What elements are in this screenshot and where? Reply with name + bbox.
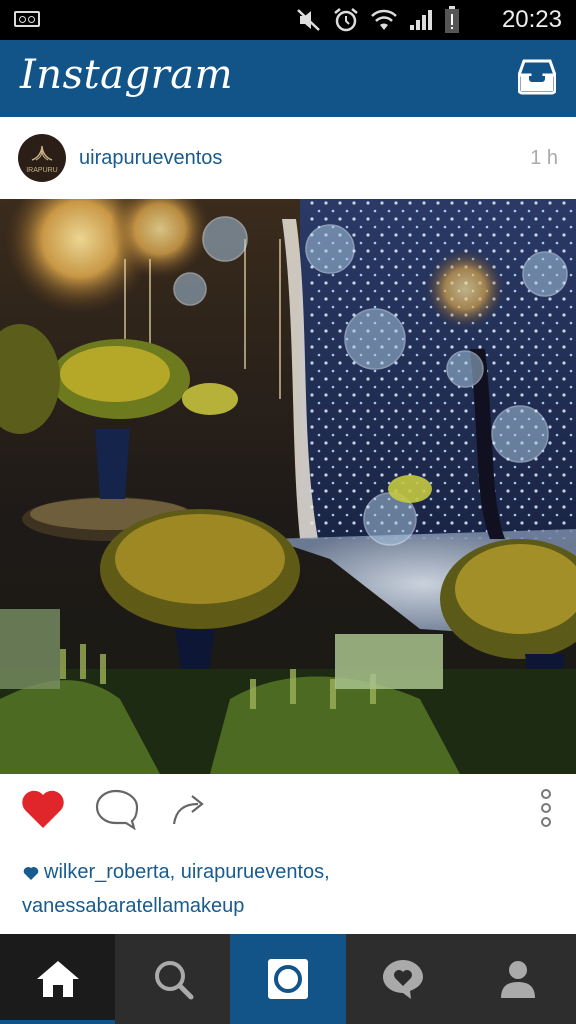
status-bar: 20:23 bbox=[0, 0, 576, 40]
wifi-icon bbox=[371, 9, 397, 30]
instagram-logo[interactable]: Instagram bbox=[20, 52, 233, 98]
activity-icon bbox=[383, 960, 424, 999]
clock: 20:23 bbox=[501, 6, 562, 33]
mute-icon bbox=[297, 9, 320, 31]
app-header: Instagram bbox=[0, 40, 576, 117]
camera-icon bbox=[267, 959, 308, 999]
likes-users-line2[interactable]: vanessabaratellamakeup bbox=[22, 889, 562, 923]
event-decoration-photo bbox=[0, 199, 576, 774]
nav-activity[interactable] bbox=[345, 934, 461, 1024]
likes-line: wilker_roberta, uirapurueventos, bbox=[22, 855, 562, 889]
avatar-label: IRAPURU bbox=[26, 167, 58, 174]
brand-logo-icon bbox=[31, 145, 53, 161]
like-icon[interactable] bbox=[20, 788, 66, 830]
nav-camera[interactable] bbox=[230, 934, 346, 1024]
comment-icon[interactable] bbox=[94, 788, 138, 830]
home-icon bbox=[36, 961, 79, 997]
likes-summary: wilker_roberta, uirapurueventos, vanessa… bbox=[22, 855, 562, 923]
inbox-button[interactable] bbox=[517, 59, 557, 95]
status-icons bbox=[296, 6, 460, 34]
voicemail-icon bbox=[14, 11, 40, 27]
battery-icon bbox=[445, 6, 459, 33]
signal-icon bbox=[410, 10, 432, 30]
post-header: IRAPURU uirapurueventos 1 h bbox=[0, 117, 576, 199]
profile-icon bbox=[501, 961, 536, 998]
alarm-icon bbox=[334, 8, 358, 32]
likes-users-line1[interactable]: wilker_roberta, uirapurueventos, bbox=[44, 861, 330, 883]
share-icon[interactable] bbox=[170, 790, 208, 828]
post-timestamp: 1 h bbox=[530, 147, 558, 169]
likes-heart-icon bbox=[23, 866, 39, 880]
nav-home[interactable] bbox=[0, 934, 116, 1024]
post-actions bbox=[0, 774, 576, 850]
post-username[interactable]: uirapurueventos bbox=[79, 147, 222, 170]
more-options-icon[interactable] bbox=[536, 788, 556, 832]
nav-profile[interactable] bbox=[460, 934, 576, 1024]
nav-search[interactable] bbox=[115, 934, 231, 1024]
post-photo[interactable] bbox=[0, 199, 576, 774]
inbox-icon bbox=[517, 59, 557, 95]
bottom-navigation bbox=[0, 934, 576, 1024]
search-icon bbox=[154, 961, 194, 1000]
avatar[interactable]: IRAPURU bbox=[18, 134, 66, 182]
